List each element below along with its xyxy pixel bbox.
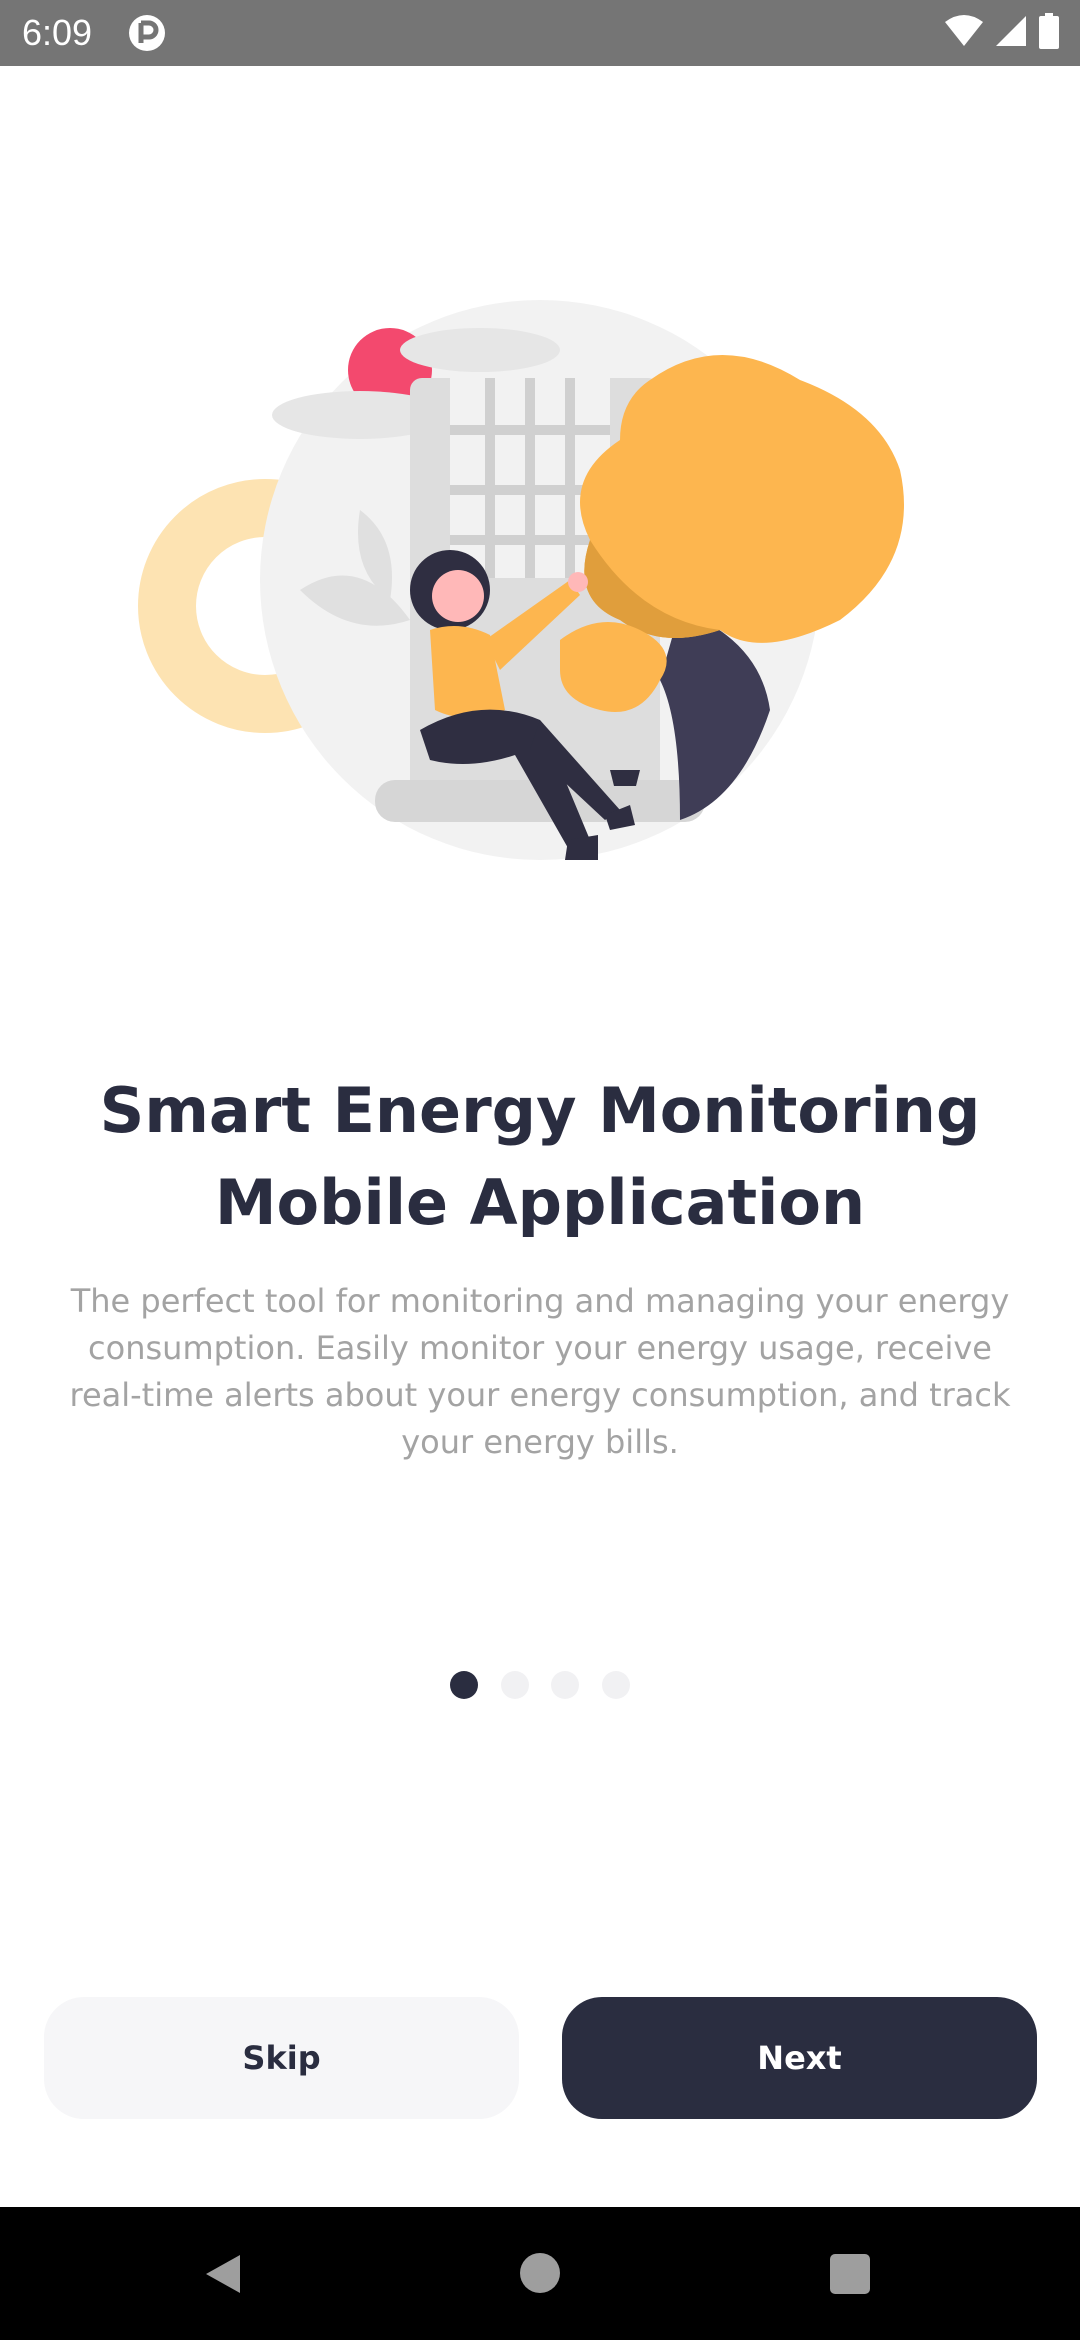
description-line-3: real-time alerts about your energy consu… — [69, 1376, 1011, 1414]
notification-app-icon — [128, 14, 166, 52]
page-title-line-2: Mobile Application — [214, 1166, 866, 1239]
page-dot-1[interactable] — [450, 1671, 478, 1699]
skip-button[interactable]: Skip — [44, 1997, 519, 2119]
description-line-2: consumption. Easily monitor your energy … — [88, 1329, 992, 1367]
page-dot-4[interactable] — [601, 1671, 630, 1699]
battery-icon — [1038, 12, 1060, 54]
description-line-1: The perfect tool for monitoring and mana… — [70, 1282, 1010, 1320]
system-nav-bar — [0, 2207, 1080, 2340]
wifi-icon — [944, 14, 984, 53]
status-bar: 6:09 — [0, 0, 1080, 66]
woman-sitting-by-window-illustration — [120, 300, 970, 920]
page-dot-2[interactable] — [500, 1671, 529, 1699]
page-description: The perfect tool for monitoring and mana… — [50, 1278, 1030, 1466]
back-icon[interactable] — [200, 2251, 246, 2297]
status-time: 6:09 — [22, 12, 93, 53]
next-button[interactable]: Next — [562, 1997, 1037, 2119]
home-icon[interactable] — [520, 2253, 560, 2293]
page-dot-3[interactable] — [551, 1671, 580, 1699]
page-indicator — [450, 1670, 630, 1700]
status-icons — [944, 12, 1060, 54]
page-title-line-1: Smart Energy Monitoring — [99, 1074, 981, 1147]
description-line-4: your energy bills. — [401, 1423, 679, 1461]
signal-icon — [994, 14, 1028, 53]
onboarding-screen: 6:09 Smart Energy Monitoring Mobile Appl… — [0, 0, 1080, 2340]
recents-icon[interactable] — [830, 2254, 870, 2294]
page-title: Smart Energy Monitoring Mobile Applicati… — [60, 1065, 1020, 1249]
